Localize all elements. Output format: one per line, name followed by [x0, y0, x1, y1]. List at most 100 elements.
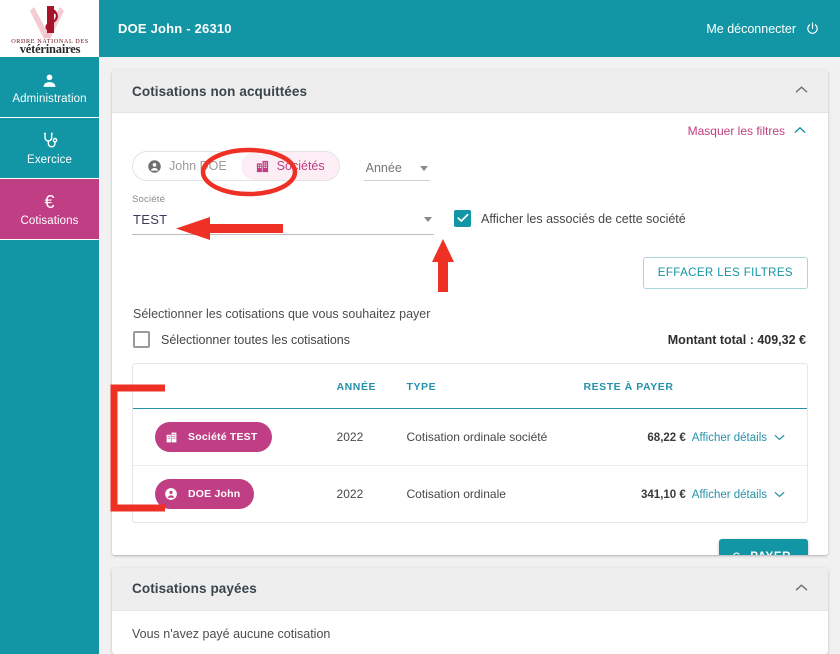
person-icon — [40, 69, 59, 91]
sidebar-item-label: Exercice — [27, 154, 72, 166]
societe-select[interactable]: TEST — [132, 212, 434, 235]
row-remaining-amount: 341,10 € — [641, 489, 686, 501]
sidebar-item-label: Administration — [12, 93, 87, 105]
chip-label: Sociétés — [276, 159, 325, 173]
show-details-link[interactable]: Afficher détails — [692, 489, 785, 501]
row-type: Cotisation ordinale société — [406, 408, 584, 466]
sidebar-item-exercice[interactable]: Exercice — [0, 118, 99, 179]
entity-badge-person: DOE John — [155, 479, 255, 509]
person-circle-icon — [147, 159, 162, 174]
logo: ORDRE NATIONAL DES vétérinaires — [0, 0, 99, 57]
col-header-actions — [691, 364, 807, 409]
selection-hint: Sélectionner les cotisations que vous so… — [133, 307, 431, 321]
show-details-label: Afficher détails — [691, 489, 767, 501]
hide-filters-label: Masquer les filtres — [687, 124, 785, 138]
row-entity-cell: DOE John — [133, 466, 337, 523]
person-company-toggle-group: John DOE Sociétés — [132, 151, 340, 181]
total-amount: Montant total : 409,32 € — [667, 332, 806, 347]
show-details-label: Afficher détails — [691, 432, 767, 444]
main-column: DOE John - 26310 Me déconnecter Cotisati… — [99, 0, 840, 654]
table-row[interactable]: Société TEST 2022 Cotisation ordinale so… — [133, 408, 807, 466]
societe-select-field: Société TEST — [132, 194, 434, 235]
chevron-up-icon[interactable] — [795, 85, 808, 97]
hide-filters-button[interactable]: Masquer les filtres — [688, 124, 806, 138]
pay-button-label: PAYER — [750, 551, 791, 555]
building-icon — [255, 159, 270, 174]
euro-icon: € — [44, 192, 55, 212]
page-title: DOE John - 26310 — [118, 21, 232, 36]
select-all-label: Sélectionner toutes les cotisations — [161, 332, 350, 347]
euro-icon: € — [732, 549, 740, 555]
stethoscope-icon — [40, 130, 60, 152]
select-all-group: Sélectionner toutes les cotisations — [133, 331, 350, 348]
table-header: ANNÉE TYPE RESTE À PAYER — [133, 364, 807, 409]
chevron-up-icon[interactable] — [795, 583, 808, 595]
logout-label: Me déconnecter — [706, 21, 796, 36]
chevron-down-icon — [774, 490, 785, 501]
unpaid-contributions-card: Cotisations non acquittées Masquer les f… — [112, 70, 828, 555]
paid-card-header: Cotisations payées — [112, 567, 828, 611]
row-type: Cotisation ordinale — [406, 487, 506, 501]
row-entity-cell: Société TEST — [133, 408, 337, 466]
chip-societes[interactable]: Sociétés — [240, 152, 339, 180]
sidebar: ORDRE NATIONAL DES vétérinaires Administ… — [0, 0, 99, 654]
paid-contributions-card: Cotisations payées Vous n'avez payé aucu… — [112, 567, 828, 654]
topbar: DOE John - 26310 Me déconnecter — [99, 0, 840, 57]
col-header-annee: ANNÉE — [336, 364, 407, 409]
svg-text:vétérinaires: vétérinaires — [19, 42, 80, 55]
col-header-type: TYPE — [406, 364, 584, 409]
paid-card-title: Cotisations payées — [132, 581, 257, 597]
content-area: Cotisations non acquittées Masquer les f… — [99, 57, 840, 654]
chip-label: John DOE — [169, 159, 227, 173]
veterinaires-logo-icon: ORDRE NATIONAL DES vétérinaires — [11, 5, 88, 55]
unpaid-card-body: Masquer les filtres John DOE Sociétés An… — [112, 113, 828, 555]
check-icon — [456, 213, 469, 225]
chip-person-john-doe[interactable]: John DOE — [133, 152, 241, 180]
col-header-reste-a-payer: RESTE À PAYER — [583, 364, 692, 409]
associates-checkbox[interactable] — [454, 210, 471, 227]
sidebar-item-label: Cotisations — [20, 215, 79, 227]
clear-filters-row: EFFACER LES FILTRES — [132, 235, 808, 289]
associates-checkbox-label: Afficher les associés de cette société — [481, 211, 686, 226]
pay-button[interactable]: € PAYER — [718, 539, 808, 555]
person-circle-icon — [162, 485, 180, 503]
row-remaining: 68,22 € — [583, 408, 692, 466]
table-body: Société TEST 2022 Cotisation ordinale so… — [133, 408, 807, 523]
power-icon — [805, 21, 820, 36]
societe-select-value: TEST — [133, 212, 168, 227]
societe-row: Société TEST Afficher les associés de ce… — [132, 181, 808, 235]
contributions-table: ANNÉE TYPE RESTE À PAYER Société TEST 20… — [133, 364, 807, 522]
app-root: ORDRE NATIONAL DES vétérinaires Administ… — [0, 0, 840, 654]
sidebar-item-cotisations[interactable]: € Cotisations — [0, 179, 99, 240]
societe-field-label: Société — [132, 194, 166, 205]
entity-badge-societe: Société TEST — [155, 422, 272, 452]
row-remaining-amount: 68,22 € — [647, 432, 686, 444]
row-actions: Afficher détails — [691, 408, 807, 466]
unpaid-card-header: Cotisations non acquittées — [112, 70, 828, 113]
caret-down-icon — [419, 165, 428, 171]
show-details-link[interactable]: Afficher détails — [692, 432, 785, 444]
year-select[interactable]: Année — [363, 161, 430, 181]
associates-checkbox-row: Afficher les associés de cette société — [454, 210, 686, 227]
table-header-row: ANNÉE TYPE RESTE À PAYER — [133, 364, 807, 409]
logout-button[interactable]: Me déconnecter — [706, 21, 820, 36]
contributions-table-wrapper: ANNÉE TYPE RESTE À PAYER Société TEST 20… — [132, 363, 808, 523]
pay-row: € PAYER — [132, 523, 808, 555]
row-actions: Afficher détails — [692, 466, 807, 523]
clear-filters-button[interactable]: EFFACER LES FILTRES — [642, 257, 808, 289]
sidebar-filler — [0, 240, 99, 654]
building-icon — [162, 428, 180, 446]
caret-down-icon — [424, 217, 432, 222]
entity-badge-label: Société TEST — [188, 431, 258, 443]
col-header-entity — [133, 364, 337, 409]
row-year: 2022 — [336, 408, 407, 466]
row-remaining: 341,10 € — [583, 466, 691, 523]
chevron-up-icon — [794, 126, 806, 137]
unpaid-card-title: Cotisations non acquittées — [132, 83, 308, 99]
entity-badge-label: DOE John — [188, 488, 241, 500]
table-row[interactable]: DOE John 2022 Cotisation ordinale 341,10… — [133, 466, 807, 523]
row-year: 2022 — [336, 487, 364, 501]
select-all-row: Sélectionner toutes les cotisations Mont… — [132, 321, 808, 348]
sidebar-item-administration[interactable]: Administration — [0, 57, 99, 118]
select-all-checkbox[interactable] — [133, 331, 150, 348]
